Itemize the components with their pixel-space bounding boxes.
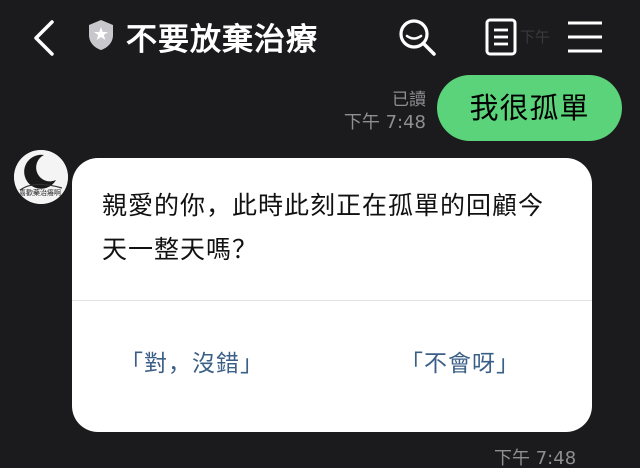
chat-title: 不要放棄治療: [126, 22, 318, 58]
reply-no-button[interactable]: 「不會呀」: [400, 344, 520, 378]
search-button[interactable]: [396, 16, 438, 58]
card-timestamp: 下午 7:48: [494, 448, 577, 468]
shield-icon: [86, 18, 116, 52]
back-button[interactable]: [28, 18, 62, 58]
read-receipt: 已讀: [392, 90, 426, 110]
card-message-text: 親愛的你，此時此刻正在孤單的回顧今天一整天嗎？: [102, 191, 545, 264]
reply-yes-button[interactable]: 「對，沒錯」: [120, 344, 264, 378]
sent-timestamp: 下午 7:48: [343, 112, 426, 133]
search-icon: [399, 19, 436, 56]
avatar[interactable]: 喜歡藥治癢啊: [14, 150, 68, 204]
card-divider: [72, 300, 592, 301]
notes-button[interactable]: [480, 16, 522, 58]
background-faded-text: 下午: [520, 28, 551, 46]
avatar-caption: 喜歡藥治癢啊: [19, 188, 61, 197]
crescent-moon-avatar-icon: 喜歡藥治癢啊: [14, 150, 68, 204]
sent-message-bubble[interactable]: 我很孤單: [437, 75, 622, 141]
chat-header: 不要放棄治療 下午: [0, 0, 640, 74]
chevron-left-icon: [34, 20, 54, 56]
sent-message-meta: 已讀 下午 7:48: [344, 90, 426, 136]
chat-screen: 不要放棄治療 下午 已讀 下午 7:48 我很孤單 喜歡藥治癢啊 親愛的你，此時…: [0, 0, 640, 468]
hamburger-menu-icon: [568, 21, 602, 53]
quick-reply-card: 親愛的你，此時此刻正在孤單的回顧今天一整天嗎？ 「對，沒錯」 「不會呀」: [72, 158, 592, 432]
notes-icon: [485, 18, 517, 56]
menu-button[interactable]: [564, 16, 606, 58]
